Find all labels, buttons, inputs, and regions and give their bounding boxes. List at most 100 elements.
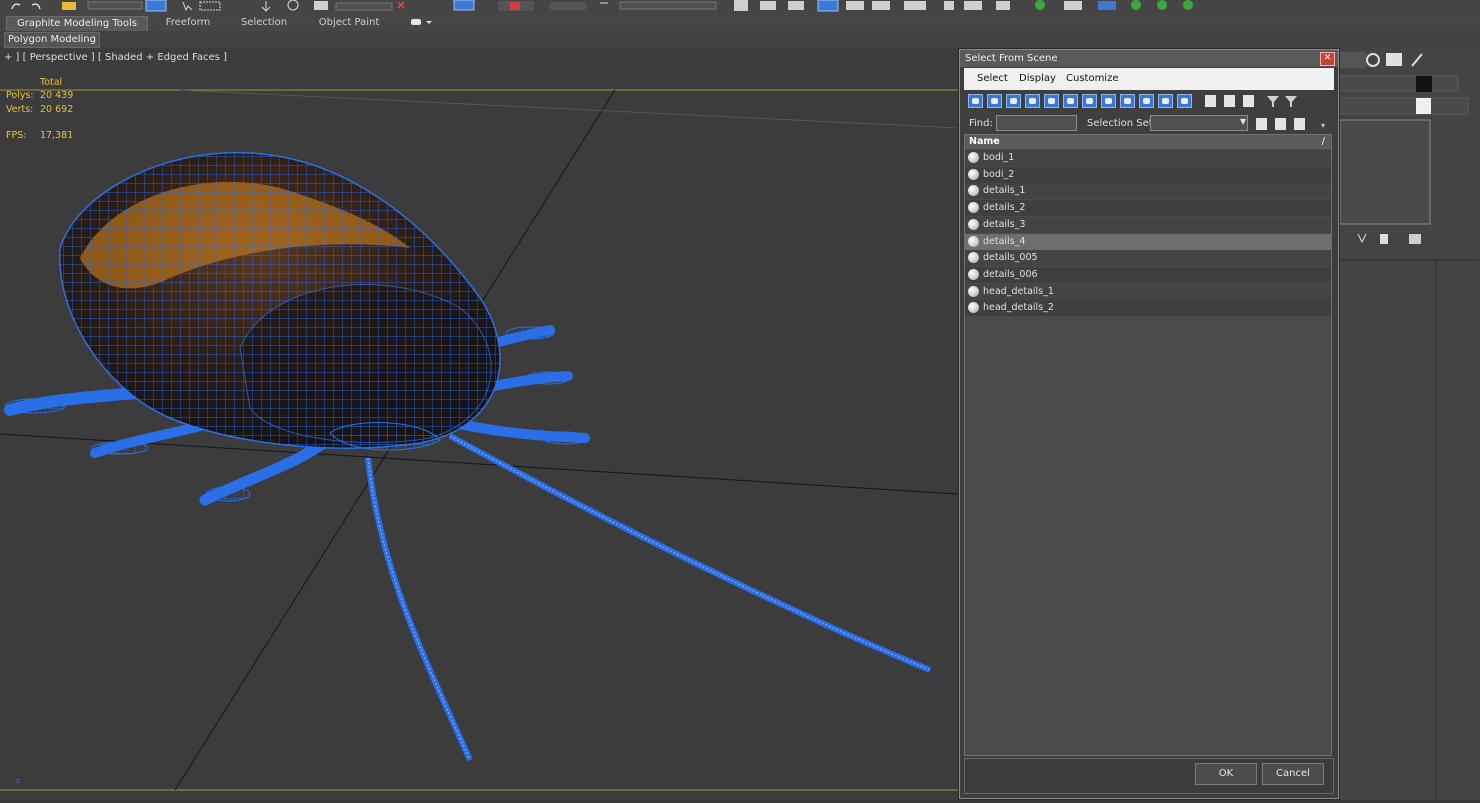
find-input[interactable] — [996, 115, 1077, 131]
stats-polys-label: Polys: — [6, 90, 34, 101]
viewport-label[interactable]: + ] [ Perspective ] [ Shaded + Edged Fac… — [4, 52, 227, 63]
menu-select[interactable]: Select — [977, 73, 1008, 84]
object-sphere-icon — [968, 202, 979, 214]
select-none-icon[interactable] — [1224, 95, 1235, 107]
toolbar-pivot-icon[interactable] — [453, 0, 475, 11]
filter-bones-icon[interactable] — [1120, 94, 1135, 108]
list-column-header[interactable]: Name / — [965, 135, 1331, 149]
panel-name-field[interactable] — [1339, 75, 1459, 92]
filter-xrefs-icon[interactable] — [1101, 94, 1116, 108]
list-item-name: details_005 — [983, 252, 1038, 264]
filter-geometry-icon[interactable] — [968, 94, 983, 108]
tab-object-paint[interactable]: Object Paint — [306, 16, 392, 30]
polygon-modeling-button[interactable]: Polygon Modeling — [4, 32, 100, 48]
toolbar-green-icon-1[interactable] — [1035, 0, 1045, 10]
filter-funnel-icon[interactable] — [1266, 95, 1300, 108]
tab-graphite-modeling-tools[interactable]: Graphite Modeling Tools — [6, 16, 148, 32]
filter-lights-icon[interactable] — [1006, 94, 1021, 108]
toolbar-blue-icon[interactable] — [1098, 1, 1116, 10]
filter-spacewarps-icon[interactable] — [1063, 94, 1078, 108]
filter-groups-icon[interactable] — [1082, 94, 1097, 108]
ok-button[interactable]: OK — [1195, 763, 1257, 785]
toolbar-render-icon[interactable] — [996, 1, 1010, 10]
panel-modifier-list[interactable] — [1339, 97, 1469, 115]
create-selection-set-icon[interactable] — [1256, 118, 1267, 130]
toolbar-render-setup-icon[interactable] — [944, 1, 954, 10]
selection-set-dropdown[interactable] — [1150, 115, 1248, 131]
toolbar-schematic-icon[interactable] — [872, 1, 890, 10]
toolbar-green-icon-3[interactable] — [1157, 0, 1167, 10]
object-sphere-icon — [968, 152, 979, 163]
toolbar-graphite-icon[interactable] — [817, 0, 839, 12]
toolbar-link-icon[interactable] — [62, 2, 76, 10]
list-item[interactable]: details_005 — [965, 250, 1331, 267]
cancel-button[interactable]: Cancel — [1262, 763, 1324, 785]
toolbar-dropdown[interactable] — [87, 1, 143, 10]
scene-object-list[interactable]: Name / bodi_1 bodi_2 details_1 details_2 det… — [964, 134, 1332, 756]
remove-from-selection-set-icon[interactable] — [1294, 118, 1305, 130]
menu-customize[interactable]: Customize — [1066, 73, 1119, 84]
add-to-selection-set-icon[interactable] — [1275, 118, 1286, 130]
toolbar-material-icon[interactable] — [904, 1, 926, 10]
stats-verts-value: 20 692 — [40, 104, 74, 115]
tab-selection[interactable]: Selection — [228, 16, 300, 30]
toolbar-redo-icon[interactable] — [31, 3, 41, 10]
toolbar-overflow-icon[interactable]: ▾ — [1321, 121, 1325, 130]
toolbar-x-icon[interactable] — [397, 1, 405, 9]
select-invert-icon[interactable] — [1243, 95, 1254, 107]
panel-tab-utilities-icon[interactable] — [1411, 53, 1423, 67]
panel-color-swatch[interactable] — [1416, 76, 1432, 92]
panel-modifier-dropdown[interactable] — [1416, 98, 1431, 114]
list-item-name: bodi_1 — [983, 152, 1015, 163]
list-item[interactable]: details_3 — [965, 216, 1331, 233]
list-item[interactable]: head_details_1 — [965, 283, 1331, 300]
toolbar-select-icon[interactable] — [145, 0, 167, 12]
filter-frozen-icon[interactable] — [1158, 94, 1173, 108]
filter-cameras-icon[interactable] — [1025, 94, 1040, 108]
list-item[interactable]: details_4 — [965, 233, 1331, 250]
list-item[interactable]: bodi_1 — [965, 150, 1331, 166]
toolbar-rotate-icon[interactable] — [287, 0, 299, 11]
grid-line-far — [179, 89, 958, 129]
chevron-down-icon[interactable]: ▼ — [1240, 117, 1246, 126]
toolbar-align-icon[interactable] — [760, 1, 776, 10]
panel-tab-motion-icon[interactable] — [1366, 53, 1380, 67]
select-all-icon[interactable] — [1205, 95, 1216, 107]
list-item[interactable]: details_1 — [965, 183, 1331, 200]
toolbar-green-icon-2[interactable] — [1131, 0, 1141, 10]
panel-configure-icon[interactable] — [1409, 234, 1421, 244]
menu-display[interactable]: Display — [1019, 73, 1056, 84]
toolbar-mirror-icon[interactable] — [734, 0, 748, 11]
toolbar-curve-editor-icon[interactable] — [846, 1, 864, 10]
toolbar-named-selection[interactable] — [619, 1, 717, 10]
list-item[interactable]: details_2 — [965, 200, 1331, 217]
filter-helpers-icon[interactable] — [1044, 94, 1059, 108]
panel-tab-create[interactable] — [1340, 52, 1366, 68]
list-item[interactable]: details_006 — [965, 266, 1331, 283]
filter-shapes-icon[interactable] — [987, 94, 1002, 108]
toolbar-undo-icon[interactable] — [11, 3, 21, 10]
toolbar-teapot-icon[interactable] — [1064, 1, 1082, 10]
toolbar-cursor-icon[interactable] — [182, 1, 193, 12]
toolbar-icons — [11, 0, 1193, 12]
toolbar-layer-icon[interactable] — [788, 1, 804, 10]
toolbar-coord-dropdown[interactable] — [335, 2, 393, 11]
list-item[interactable]: bodi_2 — [965, 166, 1331, 183]
ribbon-options-icon[interactable] — [410, 17, 434, 27]
filter-hidden-icon[interactable] — [1177, 94, 1192, 108]
perspective-viewport[interactable]: + ] [ Perspective ] [ Shaded + Edged Fac… — [0, 48, 958, 800]
toolbar-move-icon[interactable] — [261, 1, 271, 12]
toolbar-region-icon[interactable] — [199, 1, 221, 11]
toolbar-green-icon-4[interactable] — [1183, 0, 1193, 10]
tab-freeform[interactable]: Freeform — [152, 16, 224, 30]
dialog-titlebar[interactable]: Select From Scene ✕ — [960, 50, 1338, 67]
panel-pin-icon[interactable] — [1357, 233, 1367, 244]
toolbar-angle-snap-icon[interactable] — [550, 2, 586, 10]
close-icon[interactable]: ✕ — [1320, 52, 1335, 66]
panel-hand-icon[interactable] — [1380, 234, 1388, 244]
toolbar-render-frame-icon[interactable] — [964, 1, 982, 10]
list-item[interactable]: head_details_2 — [965, 300, 1331, 317]
toolbar-scale-icon[interactable] — [314, 1, 328, 10]
panel-tab-display-icon[interactable] — [1386, 53, 1402, 66]
filter-containers-icon[interactable] — [1139, 94, 1154, 108]
